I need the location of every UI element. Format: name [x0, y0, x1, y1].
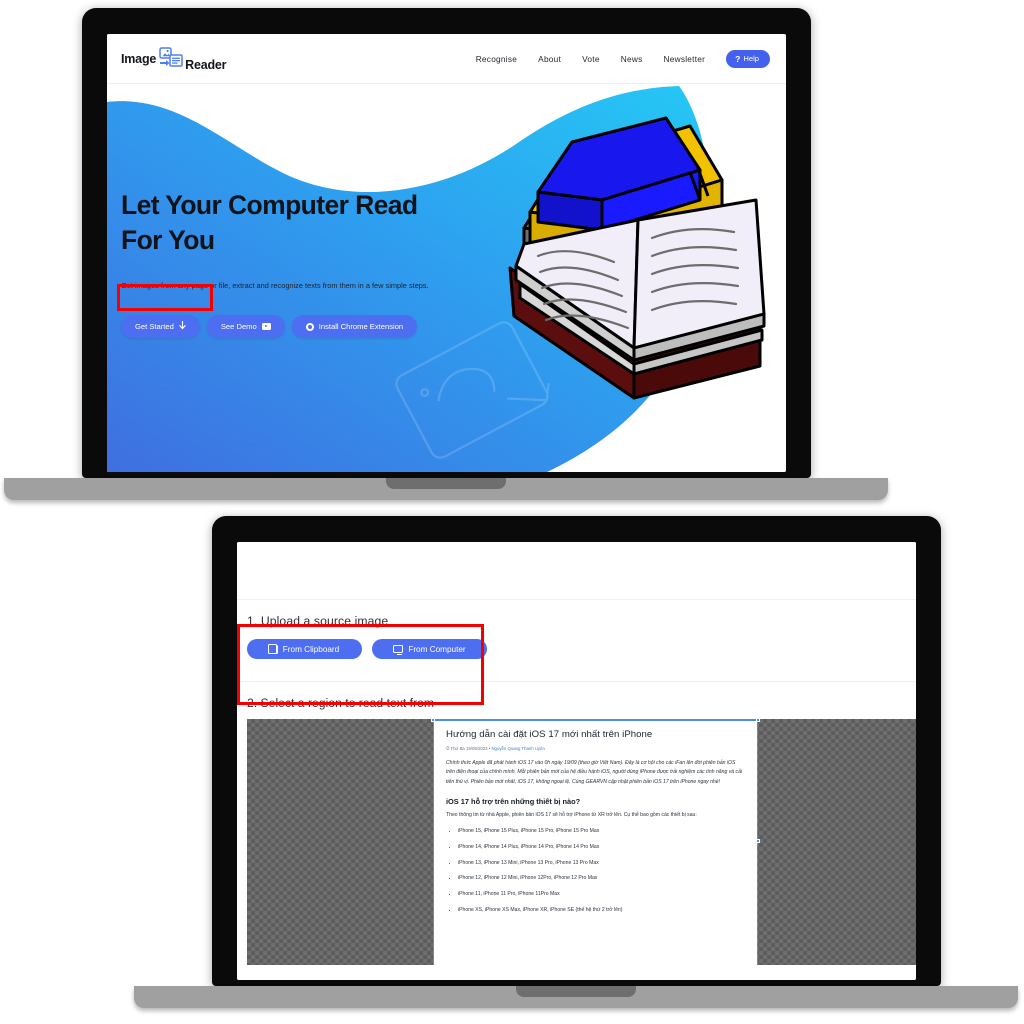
step-1-buttons: From Clipboard From Computer	[247, 639, 916, 659]
question-mark-icon: ?	[735, 53, 741, 64]
from-computer-button[interactable]: From Computer	[372, 639, 487, 659]
site-nav: Recognise About Vote News Newsletter ? H…	[476, 49, 770, 68]
brand-word-reader: Reader	[185, 57, 227, 72]
selection-top-edge	[433, 719, 758, 721]
nav-item-vote[interactable]: Vote	[582, 54, 600, 64]
install-chrome-extension-button[interactable]: Install Chrome Extension	[291, 315, 418, 339]
clock-icon: ⏱	[446, 746, 450, 751]
get-started-button[interactable]: Get Started	[121, 315, 200, 339]
image-to-document-icon	[157, 46, 184, 71]
document-author: Nguyễn Quang Thanh Uyên	[491, 746, 545, 751]
monitor-icon	[393, 645, 404, 655]
laptop-bottom-screen: 1. Upload a source image From Clipboard …	[237, 542, 916, 980]
from-computer-label: From Computer	[408, 644, 466, 654]
document-content: Hướng dẫn cài đặt iOS 17 mới nhất trên i…	[434, 719, 757, 914]
youtube-play-icon	[261, 323, 271, 330]
help-button[interactable]: ? Help	[726, 49, 770, 68]
nav-item-recognise[interactable]: Recognise	[476, 54, 517, 64]
laptop-top-screen: Image Reader Recognise About Vote News N…	[107, 34, 786, 472]
site-header: Image Reader Recognise About Vote News N…	[107, 34, 786, 84]
laptop-bottom-base	[134, 986, 1018, 1008]
brand-word-image: Image	[121, 51, 157, 66]
document-meta: ⏱ Thứ Ba 19/09/2023 • Nguyễn Quang Thanh…	[446, 746, 745, 751]
reader-app-view: 1. Upload a source image From Clipboard …	[237, 542, 916, 980]
step-1-title: 1. Upload a source image	[247, 614, 389, 628]
list-item: iPhone 15, iPhone 15 Plus, iPhone 15 Pro…	[458, 827, 745, 835]
selection-handle-top-right[interactable]	[756, 719, 760, 722]
list-item: iPhone XS, iPhone XS Max, iPhone XR, iPh…	[458, 906, 745, 914]
app-topbar	[237, 542, 916, 600]
selection-handle-top-left[interactable]	[431, 719, 435, 722]
step-2-title: 2. Select a region to read text from	[247, 696, 434, 710]
arrow-down-icon	[179, 321, 186, 332]
screenshot-root: Image Reader Recognise About Vote News N…	[0, 0, 1024, 1024]
document-subheading: iOS 17 hỗ trợ trên những thiết bị nào?	[446, 797, 581, 807]
document-paragraph-2: Theo thông tin từ nhà Apple, phiên bản i…	[446, 812, 697, 819]
from-clipboard-button[interactable]: From Clipboard	[247, 639, 362, 659]
nav-item-newsletter[interactable]: Newsletter	[663, 54, 705, 64]
document-paragraph: Chính thức Apple đã phát hành iOS 17 vào…	[446, 760, 743, 785]
list-item: iPhone 13, iPhone 13 Mini, iPhone 13 Pro…	[458, 859, 745, 867]
image-preview-canvas[interactable]: Hướng dẫn cài đặt iOS 17 mới nhất trên i…	[247, 719, 916, 965]
hero-actions: Get Started See Demo Install Chrome Exte…	[121, 315, 421, 339]
clipboard-icon	[267, 643, 278, 654]
help-button-label: Help	[743, 54, 759, 63]
hero-section: Let Your Computer Read For You Get image…	[107, 84, 786, 472]
from-clipboard-label: From Clipboard	[282, 644, 340, 654]
hero-title: Let Your Computer Read For You	[121, 190, 418, 255]
brand-logo[interactable]: Image Reader	[121, 46, 227, 72]
laptop-top-lid: Image Reader Recognise About Vote News N…	[82, 8, 811, 478]
app-body: 1. Upload a source image From Clipboard …	[237, 600, 916, 965]
install-extension-label: Install Chrome Extension	[318, 322, 404, 332]
selection-handle-middle-right[interactable]	[756, 839, 760, 843]
selected-region[interactable]: Hướng dẫn cài đặt iOS 17 mới nhất trên i…	[433, 719, 758, 965]
list-item: iPhone 12, iPhone 12 Mini, iPhone 12Pro,…	[458, 874, 745, 882]
see-demo-label: See Demo	[220, 322, 257, 332]
list-item: iPhone 11, iPhone 11 Pro, iPhone 11Pro M…	[458, 890, 745, 898]
laptop-top-base	[4, 478, 888, 500]
list-item: iPhone 14, iPhone 14 Plus, iPhone 14 Pro…	[458, 843, 745, 851]
document-heading: Hướng dẫn cài đặt iOS 17 mới nhất trên i…	[446, 729, 653, 740]
nav-item-about[interactable]: About	[538, 54, 561, 64]
nav-item-news[interactable]: News	[621, 54, 643, 64]
laptop-bottom-lid: 1. Upload a source image From Clipboard …	[212, 516, 941, 986]
get-started-label: Get Started	[135, 322, 174, 332]
document-device-list: iPhone 15, iPhone 15 Plus, iPhone 15 Pro…	[446, 827, 745, 913]
hero-copy: Let Your Computer Read For You Get image…	[121, 188, 451, 339]
document-date: Thứ Ba 19/09/2023	[450, 746, 488, 751]
step-1-upload: 1. Upload a source image From Clipboard …	[237, 600, 916, 669]
see-demo-button[interactable]: See Demo	[206, 315, 285, 339]
chrome-icon	[305, 322, 314, 331]
stack-of-books-illustration	[494, 108, 784, 408]
hero-subtitle: Get images from any page or file, extrac…	[121, 280, 429, 290]
